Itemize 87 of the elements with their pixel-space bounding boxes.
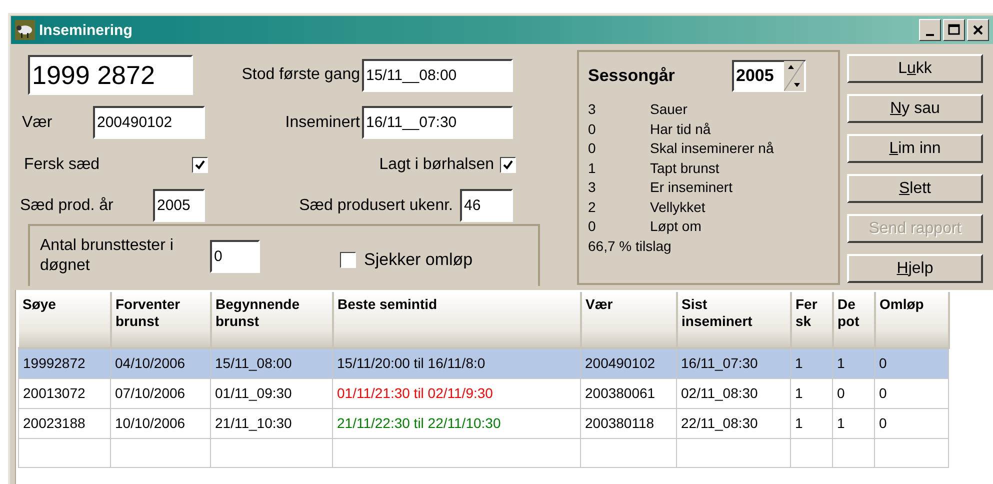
stat-label: Sauer [650,100,688,119]
stat-count: 0 [588,120,597,138]
action-button[interactable]: Slett [847,174,983,203]
stat-label: Har tid nå [650,120,711,138]
input-field[interactable]: 2005 [153,189,205,222]
table-cell: 1 [832,408,874,438]
table-cell: 10/10/2006 [110,408,210,438]
stat-count: 0 [588,139,597,158]
action-button[interactable]: Hjelp [847,254,983,283]
input-field[interactable]: 16/11__07:30 [362,106,513,139]
table-cell: 1 [790,408,832,438]
column-header[interactable]: Søye [18,292,110,348]
table-cell: 1 [790,348,832,378]
table-cell: 04/10/2006 [110,348,210,378]
checkbox[interactable] [340,252,356,268]
window-title: Inseminering [39,22,134,38]
maximize-icon [946,22,962,38]
action-button[interactable]: Lukk [847,54,983,83]
rate-text: 66,7 % tilslag [588,236,672,256]
table-cell: 15/11/20:00 til 16/11/8:0 [332,348,580,378]
table-row[interactable]: 20023188 10/10/2006 21/11_10:30 21/11/22:30 til 22/11/10:30 200380118 22/11_08:30 1 1 0 [18,408,948,438]
input-field[interactable]: 46 [460,189,513,222]
column-header[interactable]: Begynnende brunst [210,292,332,348]
stat-count: 3 [588,178,597,197]
table-row[interactable]: 20013072 07/10/2006 01/11_09:30 01/11/21:30 til 02/11/9:30 200380061 02/11_08:30 1 0 0 [18,378,948,408]
table-cell: 16/11_07:30 [676,348,790,378]
table-cell: 21/11/22:30 til 22/11/10:30 [332,408,580,438]
column-header[interactable]: Beste semintid [332,292,580,348]
table-cell: 02/11_08:30 [676,378,790,408]
column-header[interactable]: Vær [580,292,676,348]
field-label: Inseminert [284,114,361,132]
table-cell: 21/11_10:30 [210,408,332,438]
field-label: Sæd produsert ukenr. [298,196,454,214]
close-button[interactable] [967,19,989,41]
table-cell: 0 [874,408,948,438]
stat-count: 0 [588,217,597,236]
input-field[interactable]: 1999 2872 [28,55,193,95]
season-label: Sessongår [588,66,676,86]
field-label: Stod første gang [240,66,361,84]
table-cell: 200490102 [580,348,676,378]
checkbox-label: Lagt i børhalsen [378,156,495,174]
column-header[interactable]: Depot [832,292,874,348]
stat-count: 2 [588,198,597,216]
field-label: Sæd prod. år [20,196,114,214]
stat-label: Tapt brunst [650,158,720,178]
table-cell: 20023188 [18,408,110,438]
stat-label: Løpt om [650,217,702,236]
table-cell: 19992872 [18,348,110,378]
column-header[interactable]: Forventer brunst [110,292,210,348]
stat-label: Vellykket [650,198,706,217]
table-cell: 200380118 [580,408,676,438]
stat-count: 1 [588,158,597,178]
table-cell: 20013072 [18,378,110,408]
table-row[interactable]: 19992872 04/10/2006 15/11_08:00 15/11/20:00 til 16/11/8:0 200490102 16/11_07:30 1 1 0 [18,348,948,378]
input-field[interactable]: 0 [210,240,260,272]
column-header[interactable]: Fersk [790,292,832,348]
checkbox[interactable] [500,157,516,173]
table-cell: 01/11/21:30 til 02/11/9:30 [332,378,580,408]
checkbox[interactable] [192,157,208,173]
table-cell: 22/11_08:30 [676,408,790,438]
field-label: Antal brunsttester i døgnet [40,236,174,276]
table-cell: 1 [832,348,874,378]
input-field[interactable]: 15/11__08:00 [362,58,513,92]
column-header[interactable]: Sist inseminert [676,292,790,348]
table-cell: 15/11_08:00 [210,348,332,378]
table-cell: 07/10/2006 [110,378,210,408]
year-spinner[interactable]: 2005 [732,60,806,92]
column-header[interactable]: Omløp [874,292,948,348]
checkbox-label: Sjekker omløp [364,250,473,270]
sheep-icon [15,20,35,40]
input-field[interactable]: 200490102 [93,106,205,139]
table-cell: 01/11_09:30 [210,378,332,408]
maximize-button[interactable] [943,19,965,41]
action-button[interactable]: Lim inn [847,134,983,163]
table-cell: 0 [874,348,948,378]
table-cell: 1 [790,378,832,408]
checkbox-label: Fersk sæd [24,156,101,174]
stat-count: 3 [588,100,597,119]
table-cell: 0 [832,378,874,408]
table-cell: 200380061 [580,378,676,408]
table-cell: 0 [874,378,948,408]
stat-label: Skal inseminerer nå [650,139,774,158]
minimize-icon [926,34,934,36]
minimize-button[interactable] [919,19,941,41]
stat-label: Er inseminert [650,178,732,197]
field-label: Vær [22,114,54,132]
action-button[interactable]: Ny sau [847,94,983,123]
